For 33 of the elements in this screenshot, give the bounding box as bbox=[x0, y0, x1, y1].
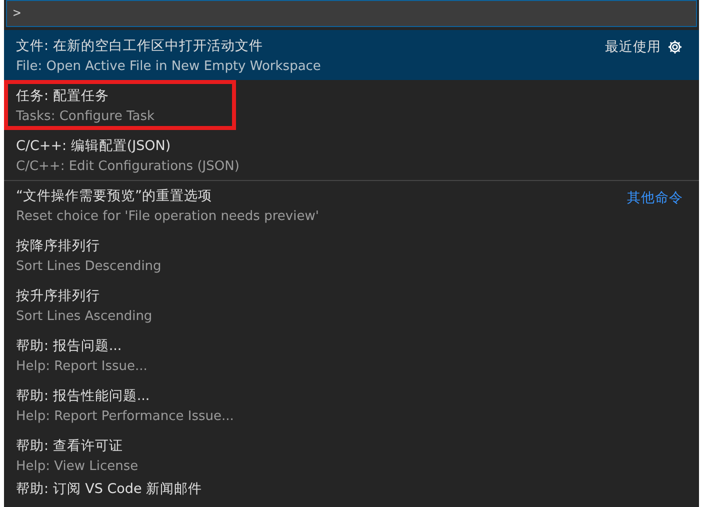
command-detail: Tasks: Configure Task bbox=[16, 108, 155, 124]
command-item[interactable]: 按升序排列行 Sort Lines Ascending bbox=[4, 280, 699, 330]
command-detail: Sort Lines Descending bbox=[16, 258, 162, 274]
settings-icon[interactable] bbox=[667, 39, 683, 55]
command-label: “文件操作需要预览”的重置选项 bbox=[16, 187, 213, 205]
command-item[interactable]: “文件操作需要预览”的重置选项 Reset choice for 'File operation needs preview' 其他命令 bbox=[4, 180, 699, 230]
command-detail: Help: Report Performance Issue... bbox=[16, 408, 234, 424]
command-item[interactable]: 帮助: 订阅 VS Code 新闻邮件 bbox=[4, 480, 699, 502]
group-label: 最近使用 bbox=[605, 38, 661, 56]
command-detail: Help: View License bbox=[16, 458, 138, 474]
command-item[interactable]: 帮助: 查看许可证 Help: View License bbox=[4, 430, 699, 480]
command-item[interactable]: C/C++: 编辑配置(JSON) C/C++: Edit Configurations (JSON) bbox=[4, 130, 699, 180]
command-label: 文件: 在新的空白工作区中打开活动文件 bbox=[16, 36, 264, 54]
command-label: 按升序排列行 bbox=[16, 286, 101, 304]
command-input[interactable]: > bbox=[6, 0, 697, 27]
command-detail: Sort Lines Ascending bbox=[16, 308, 152, 324]
command-detail: Help: Report Issue... bbox=[16, 358, 148, 374]
command-item[interactable]: 帮助: 报告问题... Help: Report Issue... bbox=[4, 330, 699, 380]
other-commands-link[interactable]: 其他命令 bbox=[627, 189, 683, 207]
command-item[interactable]: 帮助: 报告性能问题... Help: Report Performance Issue... bbox=[4, 380, 699, 430]
command-item[interactable]: 按降序排列行 Sort Lines Descending bbox=[4, 230, 699, 280]
command-label: 帮助: 查看许可证 bbox=[16, 436, 124, 454]
command-detail: Reset choice for 'File operation needs preview' bbox=[16, 209, 319, 224]
command-label: C/C++: 编辑配置(JSON) bbox=[16, 136, 172, 154]
command-label: 帮助: 订阅 VS Code 新闻邮件 bbox=[16, 480, 202, 498]
command-label: 按降序排列行 bbox=[16, 236, 101, 254]
command-item[interactable]: 文件: 在新的空白工作区中打开活动文件 File: Open Active File in New Empty Workspace 最近使用 bbox=[4, 30, 699, 80]
command-item[interactable]: 任务: 配置任务 Tasks: Configure Task bbox=[4, 80, 699, 130]
command-label: 帮助: 报告问题... bbox=[16, 336, 123, 354]
command-detail: File: Open Active File in New Empty Workspace bbox=[16, 58, 321, 74]
command-label: 任务: 配置任务 bbox=[16, 86, 110, 104]
command-label: 帮助: 报告性能问题... bbox=[16, 386, 151, 404]
command-detail: C/C++: Edit Configurations (JSON) bbox=[16, 158, 240, 174]
